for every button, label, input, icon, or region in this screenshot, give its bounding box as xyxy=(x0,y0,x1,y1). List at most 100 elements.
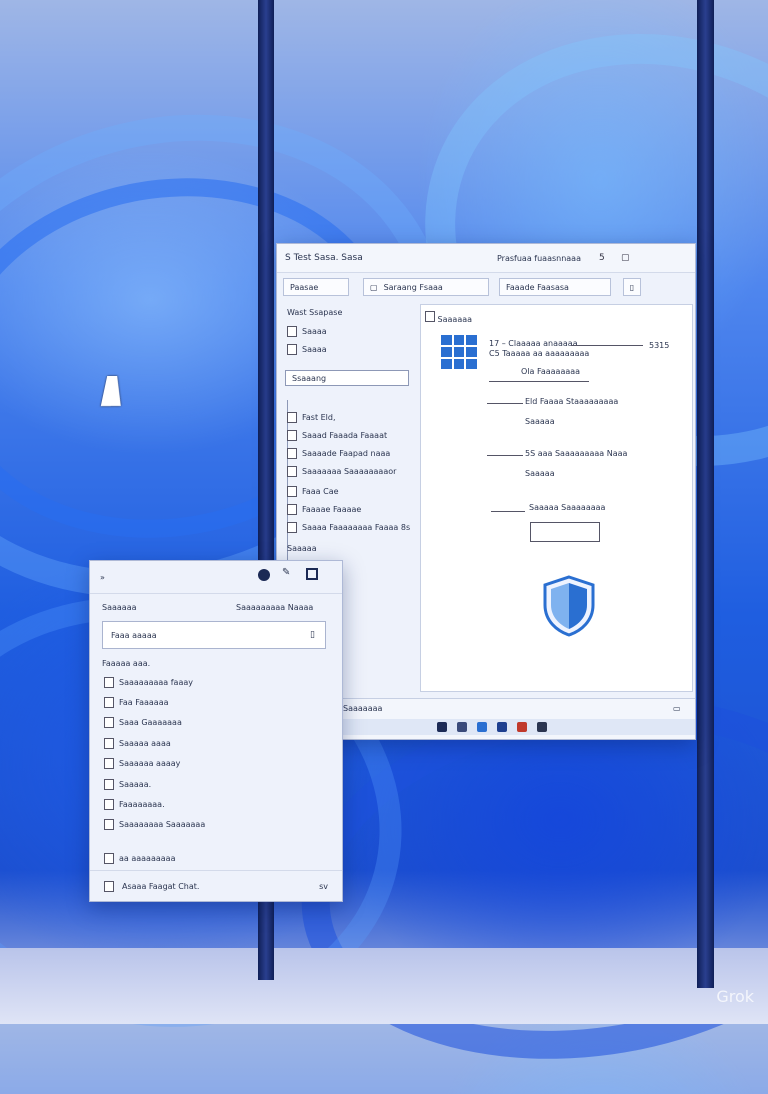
taskbar-app-icon[interactable] xyxy=(497,722,507,732)
checkbox-icon xyxy=(104,853,114,864)
taskbar-app-icon[interactable] xyxy=(457,722,467,732)
list-item[interactable]: Faa Faaaaaa xyxy=(104,697,169,708)
minimize-button[interactable]: 5 xyxy=(599,253,605,263)
taskbar-app-icon[interactable] xyxy=(537,722,547,732)
maximize-button[interactable]: ▢ xyxy=(621,253,630,263)
sidebar-item-text: Saaaa xyxy=(302,345,327,354)
list-item-text: Saaaaa. xyxy=(119,780,152,789)
window-title: S Test Sasa. Sasa xyxy=(285,253,363,263)
sidebar-item-text: Wast Ssapase xyxy=(287,308,343,317)
panel-option[interactable]: Saaaaa Saaaaaaaa xyxy=(529,503,605,512)
list-item[interactable]: Saaaaa aaaa xyxy=(104,738,171,749)
list-item-text: aa aaaaaaaaa xyxy=(119,854,176,863)
sidebar-item-text: Saaaa Faaaaaaaa Faaaa 8s xyxy=(302,523,411,532)
list-item[interactable]: Saaa Gaaaaaaa xyxy=(104,717,182,728)
circle-icon[interactable] xyxy=(258,569,270,581)
checkbox-icon xyxy=(104,677,114,688)
panel-option[interactable]: 5S aaa Saaaaaaaaa Naaa xyxy=(525,449,627,458)
connector-line xyxy=(491,511,525,512)
sidebar-selected-item[interactable]: Ssaaang xyxy=(285,370,409,386)
input-value: Faaa aaaaa xyxy=(111,630,157,640)
checkbox-icon xyxy=(287,486,297,497)
settings-titlebar: » ✎ xyxy=(90,561,342,594)
list-item[interactable]: Faaaaaaaa. xyxy=(104,799,165,810)
toolbar-search-label: Faaade Faasasa xyxy=(506,282,569,292)
toolbar-dropdown[interactable]: ▢ Saraang Fsaaa xyxy=(363,278,489,296)
sidebar-selected-text: Ssaaang xyxy=(292,373,327,383)
taskbar-app-icon[interactable] xyxy=(477,722,487,732)
display-stand-right xyxy=(697,0,714,988)
checkbox-icon xyxy=(287,326,297,337)
panel-option[interactable]: Ola Faaaaaaaa xyxy=(521,367,580,376)
checkbox-icon xyxy=(104,758,114,769)
footer-label[interactable]: Asaaa Faagat Chat. xyxy=(122,882,199,891)
list-item-text: Faa Faaaaaa xyxy=(119,698,169,707)
clear-icon[interactable]: ▯ xyxy=(310,630,315,640)
list-item-text: Saaaaaaaaa faaay xyxy=(119,678,193,687)
checkbox-icon xyxy=(287,430,297,441)
sidebar-item[interactable]: Saaaaa xyxy=(287,544,317,553)
mouse-pointer-icon xyxy=(100,376,128,406)
divider xyxy=(571,345,643,346)
panel-line: 17 – Claaaaa anaaaaa xyxy=(489,339,578,348)
sidebar-item-text: Saaaaa xyxy=(287,544,317,553)
checkbox-icon xyxy=(287,412,297,423)
panel-option[interactable]: Saaaaa xyxy=(525,469,555,478)
list-item[interactable]: Saaaaaaaaa faaay xyxy=(104,677,193,688)
shield-icon xyxy=(543,575,595,637)
sidebar-item[interactable]: Saaad Faaada Faaaat xyxy=(287,430,387,441)
taskbar xyxy=(337,719,695,735)
settings-heading: Saaaaaa xyxy=(102,603,137,612)
settings-heading-right: Saaaaaaaaa Naaaa xyxy=(236,603,314,612)
sidebar-item-text: Saaad Faaada Faaaat xyxy=(302,431,388,440)
footer-right[interactable]: sv xyxy=(319,882,328,891)
toolbar-field[interactable]: Paasae xyxy=(283,278,349,296)
list-item[interactable]: aa aaaaaaaaa xyxy=(104,853,175,864)
list-item[interactable]: Saaaaaaaa Saaaaaaa xyxy=(104,819,205,830)
taskbar-app-icon[interactable] xyxy=(517,722,527,732)
checkbox-icon xyxy=(104,697,114,708)
checkbox-icon[interactable] xyxy=(104,880,114,892)
sidebar-item[interactable]: Saaaa Faaaaaaaa Faaaa 8s xyxy=(287,522,410,533)
sidebar-item[interactable]: Saaaa xyxy=(287,344,327,355)
sidebar-item[interactable]: Saaaa xyxy=(287,326,327,337)
window-title-right: Prasfuaa fuaasnnaaa xyxy=(497,253,581,263)
sidebar-item-text: Faaaae Faaaae xyxy=(302,505,362,514)
box-icon[interactable] xyxy=(306,568,318,580)
sidebar-item-text: Saaaaaaa Saaaaaaaaor xyxy=(302,467,397,476)
sidebar-item[interactable]: Faaaae Faaaae xyxy=(287,504,361,515)
sidebar-item-label[interactable]: Wast Ssapase xyxy=(287,308,342,317)
sidebar-item[interactable]: Saaaaaaa Saaaaaaaaor xyxy=(287,466,396,477)
toolbar-dropdown-label: Saraang Fsaaa xyxy=(383,282,443,292)
main-titlebar: S Test Sasa. Sasa Prasfuaa fuaasnnaaa 5 … xyxy=(277,244,695,273)
document-icon: ▢ xyxy=(370,282,378,292)
pen-icon[interactable]: ✎ xyxy=(282,567,290,578)
checkbox-icon xyxy=(287,466,297,477)
sidebar-item[interactable]: Faaa Cae xyxy=(287,486,339,497)
list-item-text: Faaaaaaaa. xyxy=(119,800,165,809)
toolbar-search[interactable]: Faaade Faasasa xyxy=(499,278,611,296)
settings-search-input[interactable]: Faaa aaaaa ▯ xyxy=(102,621,326,649)
taskbar-app-icon[interactable] xyxy=(437,722,447,732)
floor xyxy=(0,948,768,1024)
list-item[interactable]: Saaaaa. xyxy=(104,779,151,790)
panel-toggle-icon[interactable]: ▯ xyxy=(623,278,641,296)
checkbox-icon xyxy=(104,717,114,728)
settings-window: » ✎ Saaaaaa Saaaaaaaaa Naaaa Faaa aaaaa … xyxy=(89,560,343,902)
list-item-text: Saaaaaaaa Saaaaaaa xyxy=(119,820,206,829)
panel-option[interactable]: Saaaaa xyxy=(525,417,555,426)
toolbar-field-label: Paasae xyxy=(290,282,319,292)
checkbox-icon xyxy=(287,522,297,533)
sidebar-item[interactable]: Saaaade Faapad naaa xyxy=(287,448,390,459)
panel-option[interactable]: Eld Faaaa Staaaaaaaaa xyxy=(525,397,618,406)
sidebar-item-text: Faaa Cae xyxy=(302,487,339,496)
checkbox-icon xyxy=(287,504,297,515)
list-title: Faaaaa aaa. xyxy=(102,659,151,668)
option-input-box[interactable] xyxy=(530,522,600,542)
windows-logo-icon xyxy=(441,335,477,369)
list-item[interactable]: Saaaaaa aaaay xyxy=(104,758,180,769)
checkbox-icon xyxy=(104,738,114,749)
sidebar-item-text: Saaaa xyxy=(302,327,327,336)
sidebar-item[interactable]: Fast Eld, xyxy=(287,412,336,423)
expand-icon[interactable]: ▭ xyxy=(673,704,681,713)
